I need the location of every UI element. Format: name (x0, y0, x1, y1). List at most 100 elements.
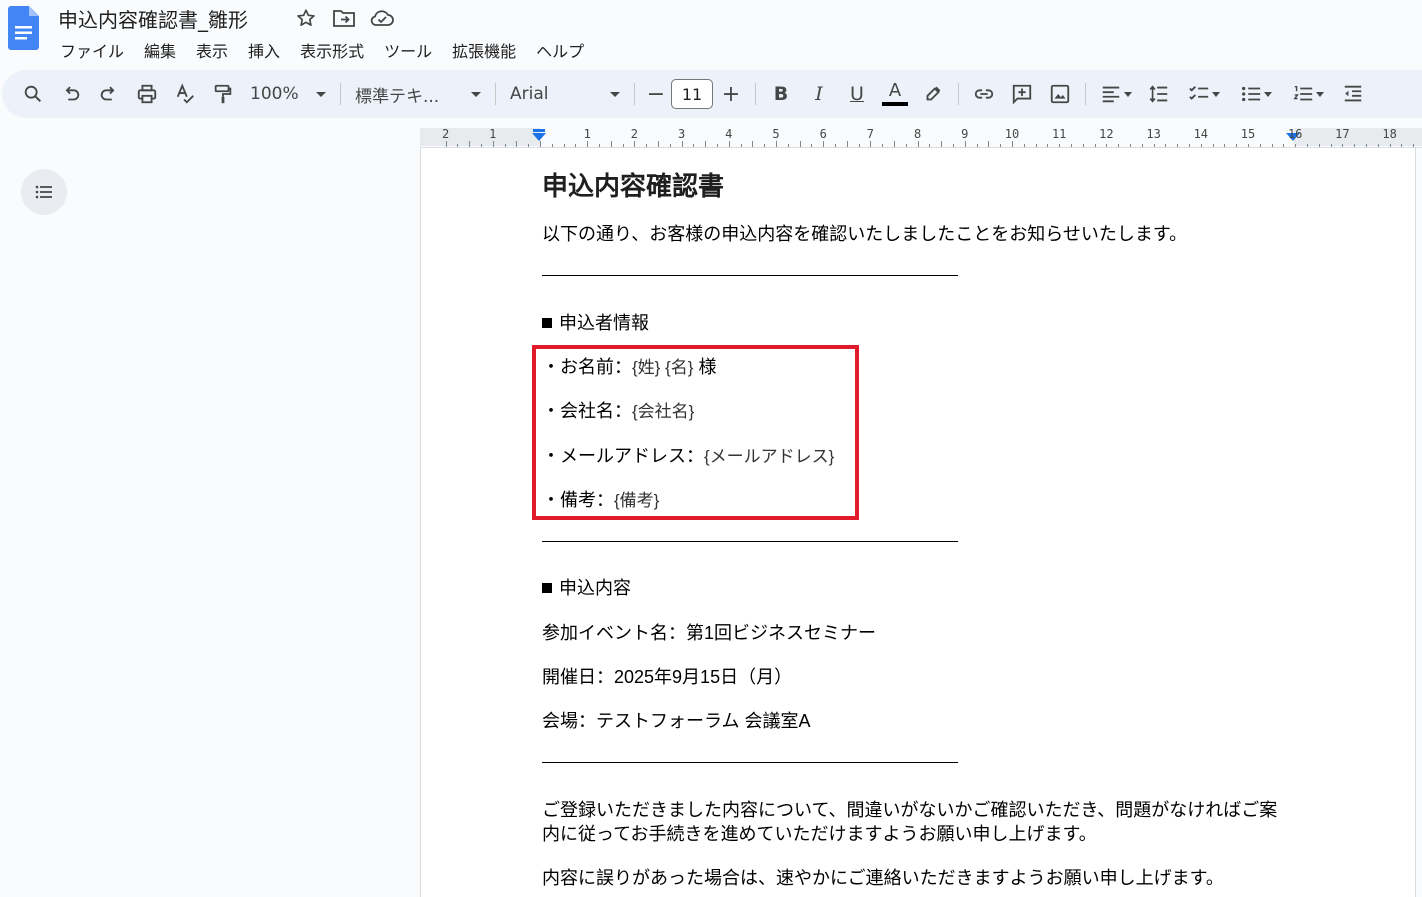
search-icon (24, 85, 42, 103)
toolbar-divider (958, 83, 959, 105)
search-menus-button[interactable] (14, 76, 52, 112)
first-line-indent-marker[interactable] (533, 129, 545, 132)
redo-button[interactable] (90, 76, 128, 112)
toolbar-divider (495, 83, 496, 105)
spellcheck-button[interactable] (166, 76, 204, 112)
increase-font-size-button[interactable]: + (713, 76, 749, 112)
ruler-tick (1082, 144, 1084, 147)
ruler-tick (457, 144, 459, 147)
ruler-number: 7 (866, 127, 875, 141)
align-select[interactable] (1092, 76, 1140, 112)
highlighter-icon (926, 86, 941, 101)
align-left-icon (1102, 86, 1120, 103)
bold-button[interactable]: B (762, 76, 800, 112)
document-title[interactable]: 申込内容確認書_雛形 (58, 4, 248, 33)
ruler-tick (799, 141, 801, 147)
left-panel (0, 148, 420, 897)
italic-button[interactable]: I (800, 76, 838, 112)
add-comment-button[interactable] (1003, 76, 1041, 112)
ruler-tick (941, 141, 943, 147)
document-heading: 申込内容確認書 (542, 171, 725, 201)
toolbar-divider (1085, 83, 1086, 105)
ruler-tick (882, 144, 884, 147)
menu-insert[interactable]: 挿入 (238, 36, 290, 64)
font-select[interactable]: Arial (502, 78, 628, 110)
toolbar-divider (755, 83, 756, 105)
ruler-tick (575, 144, 577, 147)
ruler-number: 10 (1004, 127, 1020, 141)
ruler-tick (1141, 144, 1143, 147)
ruler-tick (658, 141, 659, 147)
cloud-saved-icon[interactable] (368, 6, 396, 30)
menu-format[interactable]: 表示形式 (290, 36, 374, 64)
ruler-number: 6 (819, 127, 827, 141)
ruler-tick (988, 141, 990, 147)
ruler-tick (976, 144, 978, 147)
ruler-number: 17 (1335, 127, 1350, 141)
ruler-number: 9 (961, 127, 969, 141)
ruler-tick (563, 144, 565, 147)
closing-paragraph-2: 内容に誤りがあった場合は、速やかにご連絡いただきますようお願い申し上げます。 (542, 868, 1224, 888)
left-indent-marker[interactable] (532, 133, 546, 141)
horizontal-rule (542, 275, 958, 276)
menu-help[interactable]: ヘルプ (526, 36, 594, 64)
insert-link-button[interactable] (965, 76, 1003, 112)
ruler-tick (1165, 144, 1167, 147)
menu-extensions[interactable]: 拡張機能 (442, 36, 526, 64)
decrease-indent-icon (1344, 85, 1362, 102)
ruler-tick (587, 141, 589, 147)
ruler-number: 1 (583, 127, 591, 141)
font-size-input[interactable]: 11 (671, 79, 713, 109)
menu-tools[interactable]: ツール (374, 36, 442, 64)
paragraph-style-select[interactable]: 標準テキ... (347, 78, 489, 110)
intro-paragraph: 以下の通り、お客様の申込内容を確認いたしましたことをお知らせいたします。 (542, 224, 1188, 244)
ruler-tick (1106, 144, 1108, 147)
menu-edit[interactable]: 編集 (134, 36, 186, 64)
text-color-button[interactable]: A (876, 76, 914, 112)
insert-image-button[interactable] (1041, 76, 1079, 112)
ruler-tick (1401, 144, 1403, 147)
docs-logo-icon[interactable] (8, 6, 39, 50)
ruler-tick (516, 141, 518, 147)
ruler-number: 3 (677, 127, 686, 141)
checklist-select[interactable] (1178, 76, 1230, 112)
show-outline-button[interactable] (21, 169, 67, 215)
bulleted-list-select[interactable] (1230, 76, 1282, 112)
numbered-list-select[interactable] (1282, 76, 1334, 112)
square-bullet-icon (542, 583, 552, 593)
move-to-folder-icon[interactable] (330, 6, 358, 30)
underline-button[interactable]: U (838, 76, 876, 112)
ruler-tick (1071, 144, 1072, 147)
star-icon[interactable] (292, 6, 320, 30)
ruler-tick (1059, 144, 1061, 147)
outline-list-icon (35, 185, 52, 199)
menu-view[interactable]: 表示 (186, 36, 238, 64)
decrease-font-size-button[interactable]: − (641, 76, 671, 112)
bulleted-list-icon (1242, 86, 1261, 102)
document-page[interactable]: 申込内容確認書 以下の通り、お客様の申込内容を確認いたしましたことをお知らせいた… (420, 148, 1416, 897)
date-line: 開催日：2025年9月15日（月） (542, 667, 793, 687)
highlight-color-button[interactable] (914, 76, 952, 112)
ruler-left-margin (420, 128, 540, 146)
ruler-tick (1047, 144, 1049, 147)
ruler-tick (681, 141, 683, 147)
ruler-tick (504, 144, 506, 147)
ruler-tick (917, 141, 919, 147)
image-icon (1050, 84, 1070, 104)
ruler-tick (634, 141, 636, 147)
closing-paragraph-line-1: ご登録いただきました内容について、間違いがないかご確認いただき、問題がなければご… (542, 800, 1278, 820)
zoom-select[interactable]: 100% (242, 78, 334, 110)
paint-format-button[interactable] (204, 76, 242, 112)
print-button[interactable] (128, 76, 166, 112)
decrease-indent-button[interactable] (1334, 76, 1372, 112)
horizontal-rule (542, 762, 958, 763)
ruler-tick (764, 144, 766, 147)
ruler-tick (646, 144, 648, 147)
ruler-tick (1000, 144, 1002, 147)
chevron-down-icon (1316, 91, 1324, 97)
line-spacing-button[interactable] (1140, 76, 1178, 112)
undo-button[interactable] (52, 76, 90, 112)
ruler[interactable]: 2 1 1 2 3 4 5 6 7 8 9 10 11 12 13 14 15 16 17 18 (420, 124, 1422, 148)
menu-file[interactable]: ファイル (50, 36, 134, 64)
ruler-number: 5 (772, 127, 780, 141)
